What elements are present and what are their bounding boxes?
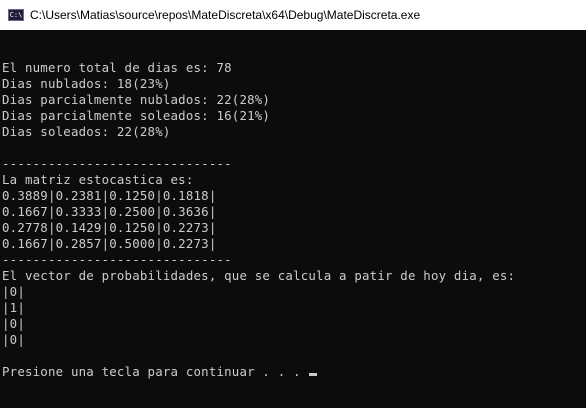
console-line-partly-cloudy-days: Dias parcialmente nublados: 22(28%)	[2, 92, 271, 107]
text-cursor	[309, 373, 318, 376]
vector-row: |1|	[2, 300, 25, 315]
matrix-row: 0.2778|0.1429|0.1250|0.2273|	[2, 220, 217, 235]
console-prompt-line: Presione una tecla para continuar . . .	[2, 364, 586, 380]
console-separator: ------------------------------	[2, 252, 232, 267]
console-line-vector-heading: El vector de probabilidades, que se calc…	[2, 268, 516, 283]
vector-row: |0|	[2, 284, 25, 299]
matrix-row: 0.1667|0.2857|0.5000|0.2273|	[2, 236, 217, 251]
console-output[interactable]: El numero total de dias es: 78 Dias nubl…	[0, 30, 586, 408]
title-bar[interactable]: C:\ C:\Users\Matias\source\repos\MateDis…	[0, 0, 586, 30]
console-line-matrix-heading: La matriz estocastica es:	[2, 172, 194, 187]
vector-row: |0|	[2, 316, 25, 331]
matrix-row: 0.1667|0.3333|0.2500|0.3636|	[2, 204, 217, 219]
console-line-cloudy-days: Dias nublados: 18(23%)	[2, 76, 171, 91]
console-line-total-days: El numero total de dias es: 78	[2, 60, 232, 75]
console-separator: ------------------------------	[2, 156, 232, 171]
window-title: C:\Users\Matias\source\repos\MateDiscret…	[30, 8, 421, 22]
matrix-row: 0.3889|0.2381|0.1250|0.1818|	[2, 188, 217, 203]
console-prompt-text: Presione una tecla para continuar . . .	[2, 364, 309, 379]
console-window: C:\ C:\Users\Matias\source\repos\MateDis…	[0, 0, 586, 408]
vector-row: |0|	[2, 332, 25, 347]
console-line-sunny-days: Dias soleados: 22(28%)	[2, 124, 171, 139]
console-line-partly-sunny-days: Dias parcialmente soleados: 16(21%)	[2, 108, 271, 123]
console-app-icon[interactable]: C:\	[8, 9, 24, 21]
